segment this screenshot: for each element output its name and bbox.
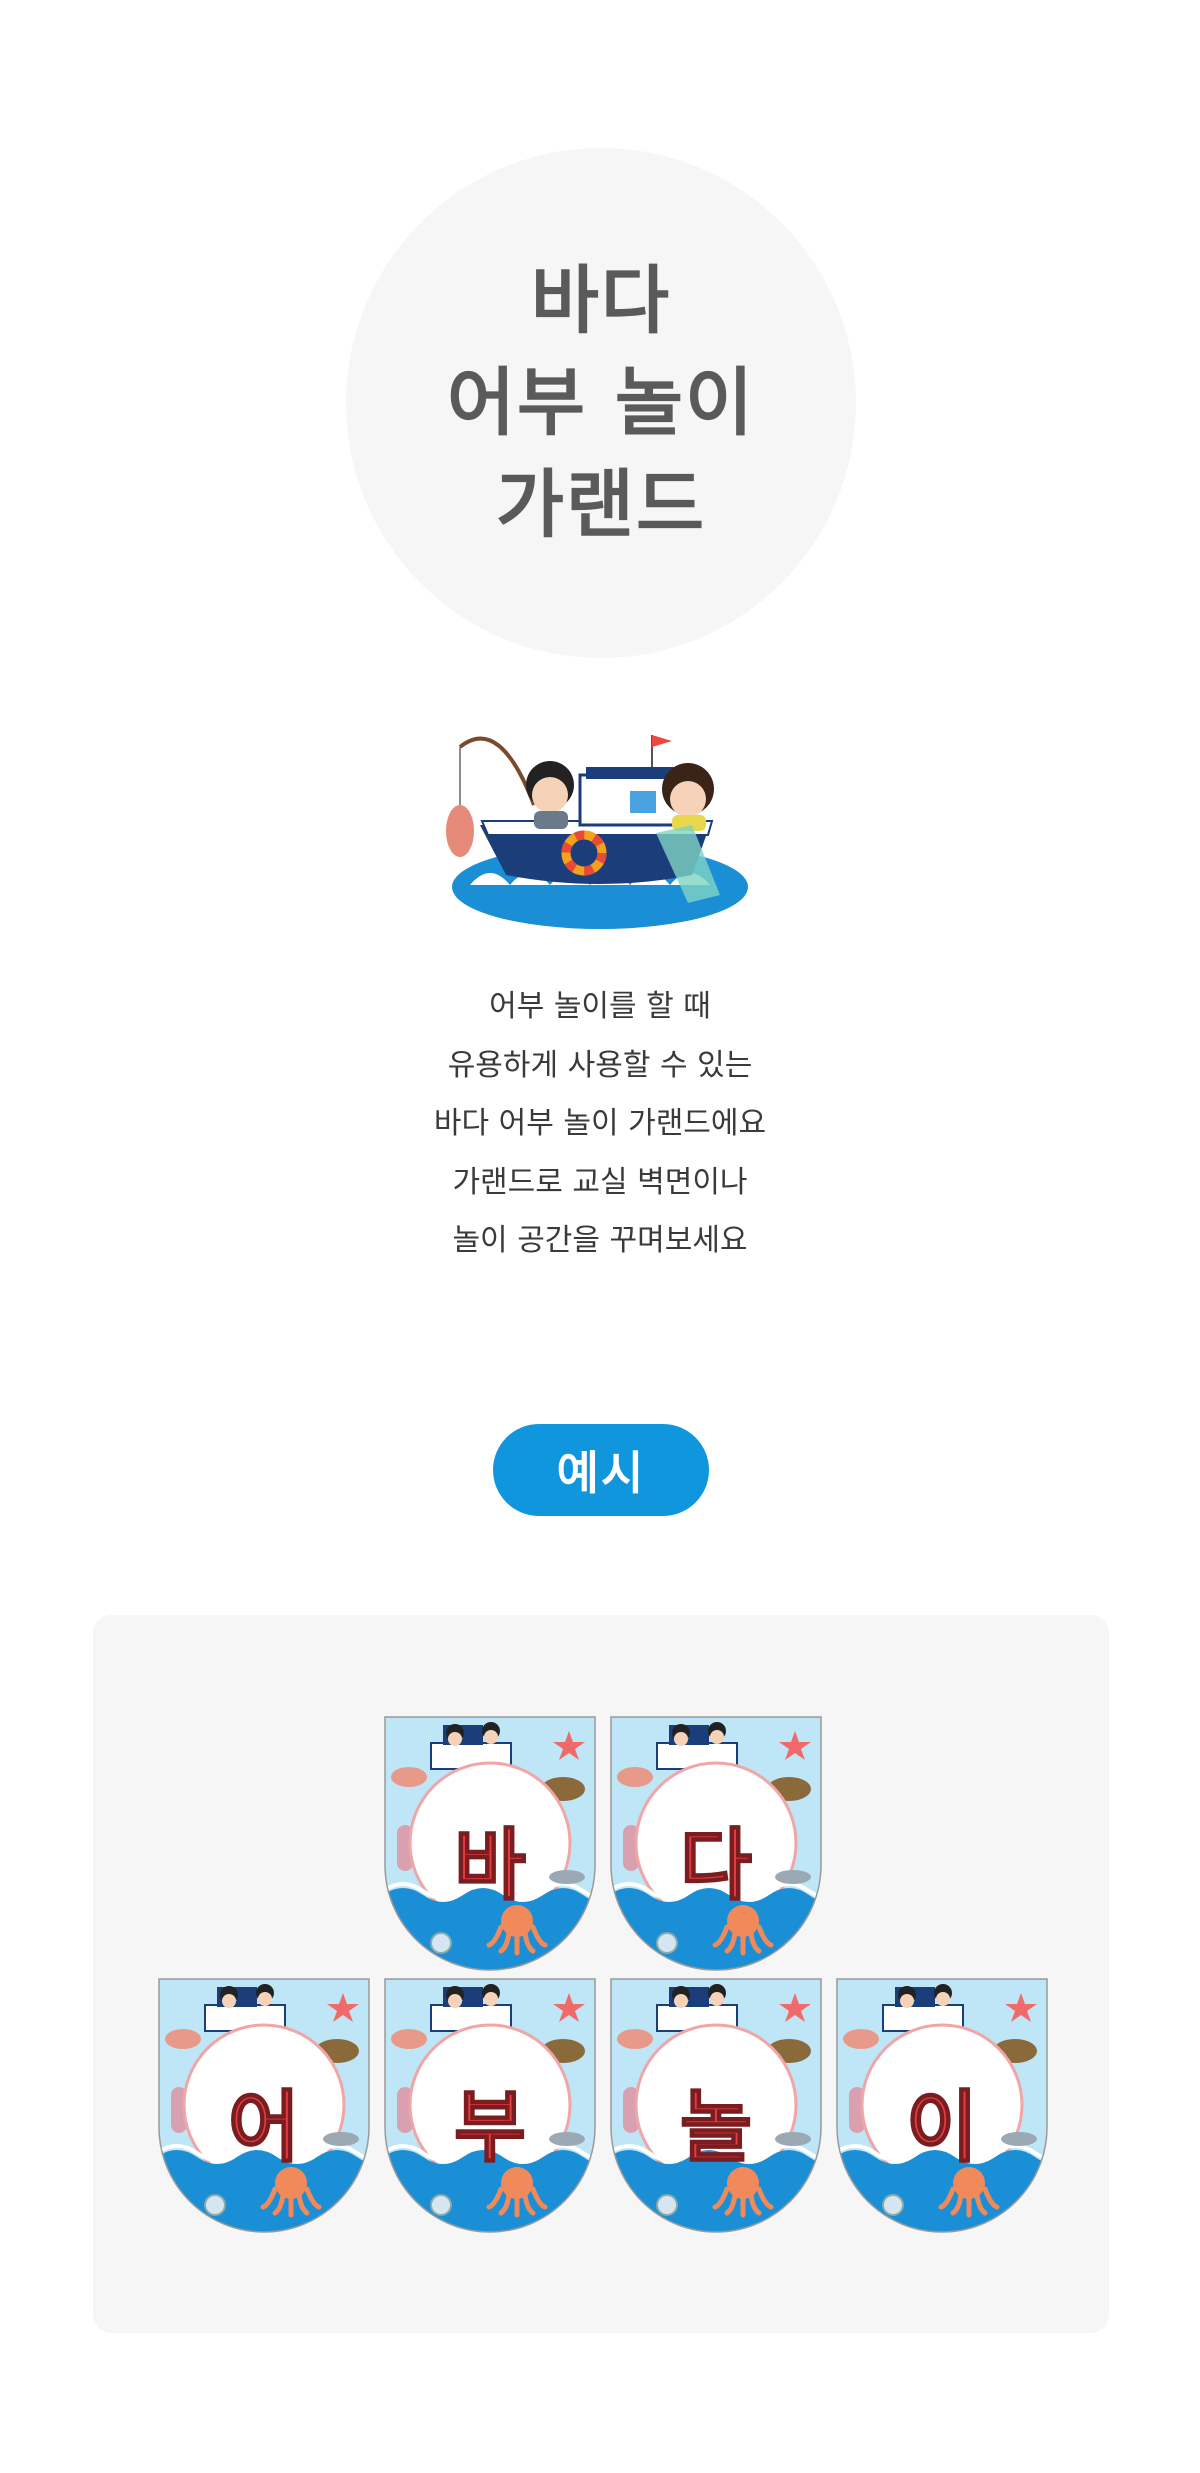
garland-pennant: 놀 xyxy=(609,1977,823,2237)
garland-pennant: 바 xyxy=(383,1715,597,1975)
garland-pennant: 부 xyxy=(383,1977,597,2237)
title-circle: 바다 어부 놀이 가랜드 xyxy=(346,148,856,658)
garland-pennant: 이 xyxy=(835,1977,1049,2237)
pennant-letter: 이 xyxy=(905,2082,979,2174)
description-line: 어부 놀이를 할 때 xyxy=(489,989,711,1024)
title-line: 어부 놀이 xyxy=(446,360,756,446)
garland-pennant: 어 xyxy=(157,1977,371,2237)
pennant-letter: 부 xyxy=(453,2082,527,2174)
title-line: 바다 xyxy=(530,258,672,344)
garland-pennant: 다 xyxy=(609,1715,823,1975)
description: 어부 놀이를 할 때 유용하게 사용할 수 있는 바다 어부 놀이 가랜드에요 … xyxy=(0,978,1200,1271)
description-line: 유용하게 사용할 수 있는 xyxy=(447,1047,753,1083)
example-badge-label: 예시 xyxy=(556,1446,646,1500)
pennant-letter: 다 xyxy=(679,1820,753,1912)
description-line: 가랜드로 교실 벽면이나 xyxy=(452,1164,748,1200)
title-line: 가랜드 xyxy=(495,462,707,548)
pennant-letter: 바 xyxy=(453,1820,527,1912)
fishing-boat-illustration xyxy=(430,715,770,940)
description-line: 놀이 공간을 꾸며보세요 xyxy=(452,1223,748,1258)
pennant-letter: 어 xyxy=(227,2082,301,2174)
example-panel: 바 다 어 부 놀 이 xyxy=(93,1615,1109,2333)
pennant-letter: 놀 xyxy=(679,2082,753,2174)
description-line: 바다 어부 놀이 가랜드에요 xyxy=(433,1106,767,1141)
example-badge: 예시 xyxy=(493,1424,709,1516)
